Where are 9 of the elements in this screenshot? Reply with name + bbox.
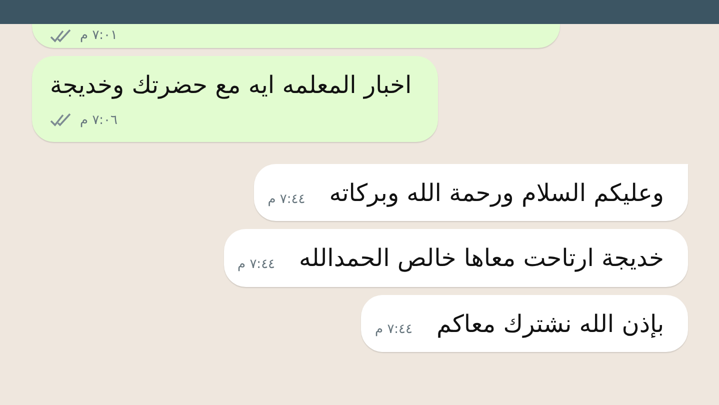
message-time: ٧:٤٤ م	[375, 321, 413, 340]
message-time: ٧:٠١ م	[80, 27, 118, 45]
message-text: بإذن الله نشترك معاكم	[436, 308, 664, 340]
message-text: خديجة ارتاحت معاها خالص الحمدالله	[299, 243, 664, 274]
message-time: ٧:٠٦ م	[80, 112, 118, 130]
message-text: اخبار المعلمه ايه مع حضرتك وخديجة	[50, 70, 412, 101]
message-time: ٧:٤٤ م	[268, 190, 306, 209]
message-time: ٧:٤٤ م	[238, 256, 276, 274]
message-text: وعليكم السلام ورحمة الله وبركاته	[329, 178, 664, 210]
